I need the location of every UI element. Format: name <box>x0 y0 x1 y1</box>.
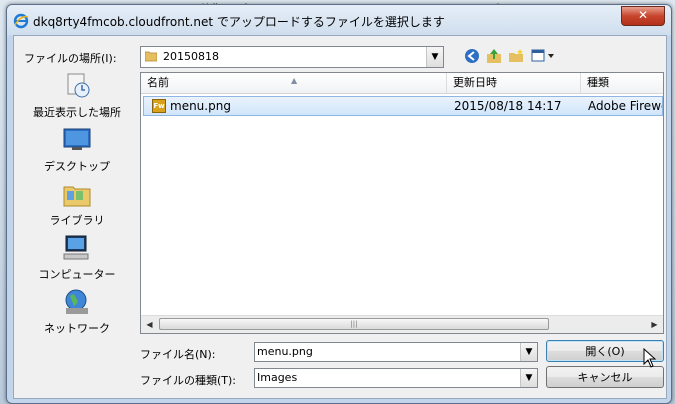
filetype-label: ファイルの種類(T): <box>140 374 237 387</box>
network-icon <box>65 289 88 314</box>
title-bar: dkq8rty4fmcob.cloudfront.net でアップロードするファ… <box>7 5 671 35</box>
library-icon <box>63 186 91 207</box>
back-icon <box>465 49 479 63</box>
filetype-value: Images <box>257 371 298 384</box>
chevron-down-icon[interactable]: ▼ <box>520 343 537 361</box>
place-library[interactable]: ライブラリ <box>18 180 136 230</box>
column-header-date[interactable]: 更新日時 <box>447 73 581 93</box>
file-row[interactable]: Fw menu.png 2015/08/18 14:17 Adobe Firew… <box>143 96 663 116</box>
filename-label: ファイル名(N): <box>140 348 216 361</box>
file-open-dialog: dkq8rty4fmcob.cloudfront.net でアップロードするファ… <box>6 4 672 404</box>
up-folder-icon <box>487 49 501 63</box>
up-folder-button[interactable] <box>484 46 504 66</box>
filename-value: menu.png <box>257 345 313 358</box>
file-date: 2015/08/18 14:17 <box>454 99 562 113</box>
cancel-button[interactable]: キャンセル <box>546 366 664 388</box>
place-desktop[interactable]: デスクトップ <box>18 126 136 176</box>
new-folder-icon <box>509 49 523 62</box>
mouse-cursor-icon <box>643 348 657 368</box>
list-header: 名前 ▲ 更新日時 種類 <box>141 73 663 94</box>
view-menu-button[interactable] <box>530 46 558 66</box>
horizontal-scrollbar[interactable]: ◀ ||| ▶ <box>141 315 663 333</box>
file-name: menu.png <box>170 99 231 113</box>
dialog-title: dkq8rty4fmcob.cloudfront.net でアップロードするファ… <box>33 15 445 29</box>
dialog-body: ファイルの場所(I): 20150818 ▼ 最近表示した場所 デスクトップ ラ… <box>13 35 667 399</box>
file-type: Adobe Firewo <box>588 99 662 113</box>
look-in-value: 20150818 <box>163 50 219 63</box>
chevron-down-icon[interactable]: ▼ <box>520 369 537 387</box>
column-header-name[interactable]: 名前 ▲ <box>141 73 447 93</box>
places-bar: 最近表示した場所 デスクトップ ライブラリ コンピューター ネットワーク <box>18 72 136 335</box>
scrollbar-thumb[interactable]: ||| <box>159 318 549 330</box>
place-label: 最近表示した場所 <box>33 106 121 119</box>
scroll-right-icon[interactable]: ▶ <box>646 316 663 333</box>
recent-places-icon <box>67 73 90 98</box>
place-computer[interactable]: コンピューター <box>18 234 136 284</box>
scroll-left-icon[interactable]: ◀ <box>141 316 158 333</box>
view-menu-icon <box>531 49 554 62</box>
place-label: デスクトップ <box>44 160 110 173</box>
new-folder-button[interactable] <box>506 46 526 66</box>
column-label: 名前 <box>147 76 169 89</box>
column-label: 種類 <box>587 76 609 89</box>
place-label: ネットワーク <box>44 322 110 335</box>
back-button[interactable] <box>462 46 482 66</box>
folder-icon <box>145 51 157 62</box>
ie-icon <box>13 13 29 29</box>
close-button[interactable]: ✕ <box>621 6 665 26</box>
chevron-down-icon[interactable]: ▼ <box>426 47 443 67</box>
filename-input[interactable]: menu.png ▼ <box>254 342 538 362</box>
place-label: ライブラリ <box>49 214 105 227</box>
file-list: 名前 ▲ 更新日時 種類 Fw menu.png 2015/08/18 14:1… <box>140 72 664 334</box>
look-in-dropdown[interactable]: 20150818 ▼ <box>140 46 444 68</box>
sort-ascending-icon: ▲ <box>291 76 298 85</box>
column-label: 更新日時 <box>453 76 497 89</box>
place-network[interactable]: ネットワーク <box>18 288 136 338</box>
column-header-type[interactable]: 種類 <box>581 73 663 93</box>
place-recent[interactable]: 最近表示した場所 <box>18 72 136 122</box>
computer-icon <box>63 235 89 260</box>
look-in-label: ファイルの場所(I): <box>24 52 117 65</box>
filetype-dropdown[interactable]: Images ▼ <box>254 368 538 388</box>
place-label: コンピューター <box>38 268 116 281</box>
desktop-icon <box>63 128 91 150</box>
png-file-icon: Fw <box>152 99 166 113</box>
close-icon: ✕ <box>637 8 649 22</box>
